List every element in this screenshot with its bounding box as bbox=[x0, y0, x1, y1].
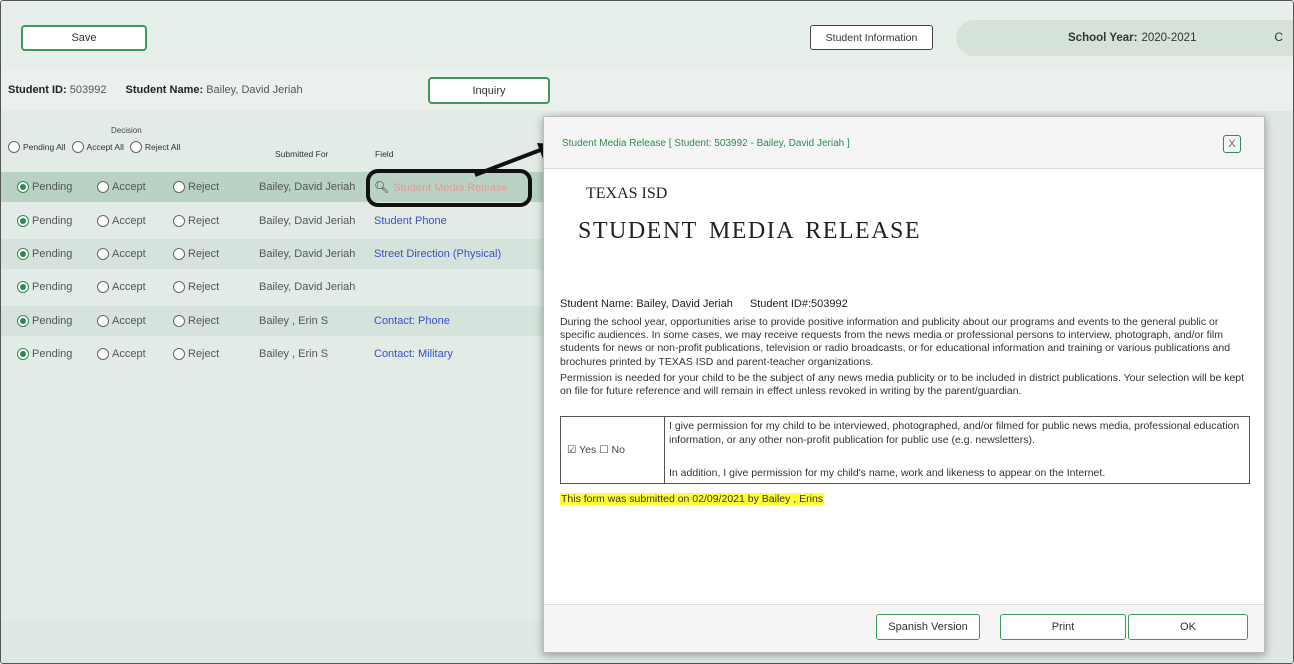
table-row[interactable]: Pending Accept Reject Bailey , Erin S Co… bbox=[1, 306, 561, 336]
modal-header: Student Media Release [ Student: 503992 … bbox=[544, 117, 1264, 169]
accept-option[interactable]: Accept bbox=[97, 315, 146, 327]
reject-radio[interactable] bbox=[173, 248, 185, 260]
pending-radio[interactable] bbox=[17, 315, 29, 327]
pending-option[interactable]: Pending bbox=[17, 281, 72, 293]
permission-statement-1: I give permission for my child to be int… bbox=[669, 420, 1240, 446]
table-row[interactable]: Pending Accept Reject Bailey, David Jeri… bbox=[1, 272, 561, 302]
pending-option[interactable]: Pending bbox=[17, 181, 72, 193]
print-button[interactable]: Print bbox=[1000, 614, 1126, 640]
close-icon[interactable]: X bbox=[1223, 135, 1241, 153]
accept-radio[interactable] bbox=[97, 281, 109, 293]
submitted-for-cell: Bailey , Erin S bbox=[259, 315, 329, 327]
student-summary: Student ID: 503992 Student Name: Bailey,… bbox=[8, 84, 319, 96]
inquiry-button[interactable]: Inquiry bbox=[428, 77, 550, 104]
field-link[interactable]: Contact: Phone bbox=[374, 315, 450, 327]
field-link[interactable]: Student Phone bbox=[374, 215, 447, 227]
reject-option[interactable]: Reject bbox=[173, 315, 219, 327]
student-information-button[interactable]: Student Information bbox=[810, 25, 933, 50]
pending-all-radio[interactable] bbox=[8, 141, 20, 153]
reject-radio[interactable] bbox=[173, 281, 185, 293]
pending-radio[interactable] bbox=[17, 248, 29, 260]
school-year-label: School Year: bbox=[1068, 32, 1138, 44]
school-year-value: 2020-2021 bbox=[1141, 32, 1197, 44]
submitted-for-cell: Bailey , Erin S bbox=[259, 348, 329, 360]
pending-radio[interactable] bbox=[17, 348, 29, 360]
reject-radio[interactable] bbox=[173, 181, 185, 193]
yes-checkbox: ☑ Yes bbox=[567, 444, 597, 456]
modal-title: Student Media Release [ Student: 503992 … bbox=[562, 138, 850, 149]
accept-radio[interactable] bbox=[97, 215, 109, 227]
district-name: TEXAS ISD bbox=[586, 185, 668, 202]
accept-option[interactable]: Accept bbox=[97, 215, 146, 227]
reject-all-radio[interactable] bbox=[129, 141, 142, 153]
reject-radio[interactable] bbox=[173, 315, 185, 327]
submitted-for-cell: Bailey, David Jeriah bbox=[259, 248, 356, 260]
student-id-value: 503992 bbox=[69, 84, 107, 96]
top-toolbar: Save Student Information School Year: 20… bbox=[1, 1, 1293, 67]
submitted-for-cell: Bailey, David Jeriah bbox=[259, 215, 356, 227]
accept-all-radio[interactable] bbox=[71, 141, 84, 153]
permission-statements: I give permission for my child to be int… bbox=[665, 417, 1249, 483]
submitted-for-cell: Bailey, David Jeriah bbox=[259, 181, 356, 193]
table-row[interactable]: Pending Accept Reject Bailey , Erin S Co… bbox=[1, 339, 561, 369]
pending-option[interactable]: Pending bbox=[17, 348, 72, 360]
reject-radio[interactable] bbox=[173, 348, 185, 360]
pending-radio[interactable] bbox=[17, 181, 29, 193]
pending-option[interactable]: Pending bbox=[17, 248, 72, 260]
table-row[interactable]: Pending Accept Reject Bailey, David Jeri… bbox=[1, 206, 561, 236]
accept-option[interactable]: Accept bbox=[97, 181, 146, 193]
reject-option[interactable]: Reject bbox=[173, 181, 219, 193]
spanish-version-button[interactable]: Spanish Version bbox=[876, 614, 980, 640]
document-title: STUDENT MEDIA RELEASE bbox=[578, 218, 922, 244]
student-name-line: Student Name: Bailey, David Jeriah Stude… bbox=[560, 298, 862, 310]
submitted-for-cell: Bailey, David Jeriah bbox=[259, 281, 356, 293]
accept-radio[interactable] bbox=[97, 181, 109, 193]
field-link[interactable]: Contact: Military bbox=[374, 348, 453, 360]
accept-option[interactable]: Accept bbox=[97, 281, 146, 293]
pending-all-option[interactable]: Pending All bbox=[8, 141, 66, 153]
student-name-label: Student Name: bbox=[125, 84, 204, 96]
pending-option[interactable]: Pending bbox=[17, 315, 72, 327]
ok-button[interactable]: OK bbox=[1128, 614, 1248, 640]
field-link[interactable]: Street Direction (Physical) bbox=[374, 248, 501, 260]
column-header-submitted-for: Submitted For bbox=[275, 149, 329, 159]
table-row[interactable]: Pending Accept Reject Bailey, David Jeri… bbox=[1, 239, 561, 269]
decision-all-row: Pending All Accept All Reject All bbox=[8, 141, 186, 153]
decision-header: Decision bbox=[111, 126, 142, 135]
student-id-text: Student ID#:503992 bbox=[749, 298, 848, 310]
media-release-modal: Student Media Release [ Student: 503992 … bbox=[543, 116, 1265, 653]
accept-radio[interactable] bbox=[97, 348, 109, 360]
yes-no-choice: ☑ Yes ☐ No bbox=[561, 417, 665, 483]
accept-radio[interactable] bbox=[97, 248, 109, 260]
accept-radio[interactable] bbox=[97, 315, 109, 327]
permission-table: ☑ Yes ☐ No I give permission for my chil… bbox=[560, 416, 1250, 484]
reject-all-option[interactable]: Reject All bbox=[129, 141, 180, 153]
reject-option[interactable]: Reject bbox=[173, 215, 219, 227]
reject-option[interactable]: Reject bbox=[173, 248, 219, 260]
pending-radio[interactable] bbox=[17, 215, 29, 227]
reject-radio[interactable] bbox=[173, 215, 185, 227]
accept-option[interactable]: Accept bbox=[97, 248, 146, 260]
school-year-extra: C bbox=[1274, 30, 1283, 44]
save-button[interactable]: Save bbox=[21, 25, 147, 51]
pending-option[interactable]: Pending bbox=[17, 215, 72, 227]
permission-paragraph: Permission is needed for your child to b… bbox=[560, 372, 1245, 398]
permission-statement-2: In addition, I give permission for my ch… bbox=[669, 467, 1106, 479]
reject-option[interactable]: Reject bbox=[173, 348, 219, 360]
student-bar: Student ID: 503992 Student Name: Bailey,… bbox=[1, 67, 1293, 111]
student-name-value: Bailey, David Jeriah bbox=[206, 84, 303, 96]
intro-paragraph: During the school year, opportunities ar… bbox=[560, 316, 1231, 368]
student-name-text: Student Name: Bailey, David Jeriah bbox=[560, 298, 733, 310]
no-checkbox: ☐ No bbox=[599, 444, 625, 456]
pending-radio[interactable] bbox=[17, 281, 29, 293]
accept-all-option[interactable]: Accept All bbox=[71, 141, 124, 153]
school-year-pill: School Year: 2020-2021 C bbox=[956, 20, 1293, 56]
column-header-field: Field bbox=[375, 149, 394, 159]
app-frame: Save Student Information School Year: 20… bbox=[0, 0, 1294, 664]
reject-option[interactable]: Reject bbox=[173, 281, 219, 293]
accept-option[interactable]: Accept bbox=[97, 348, 146, 360]
submitted-note: This form was submitted on 02/09/2021 by… bbox=[560, 493, 825, 505]
student-id-label: Student ID: bbox=[8, 84, 67, 96]
